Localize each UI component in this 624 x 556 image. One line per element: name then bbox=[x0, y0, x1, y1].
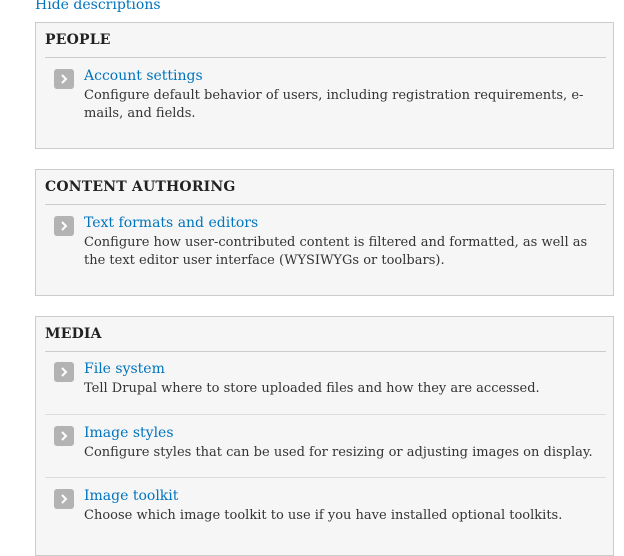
hide-descriptions-link[interactable]: Hide descriptions bbox=[35, 0, 161, 14]
account-settings-description: Configure default behavior of users, inc… bbox=[84, 88, 584, 121]
text-formats-description: Configure how user-contributed content i… bbox=[84, 235, 588, 268]
admin-item-text-formats[interactable]: Text formats and editors Configure how u… bbox=[45, 205, 606, 285]
text-formats-link[interactable]: Text formats and editors bbox=[84, 214, 258, 232]
image-styles-description: Configure styles that can be used for re… bbox=[84, 445, 593, 460]
chevron-right-icon bbox=[54, 426, 74, 446]
panel-title-content-authoring: CONTENT AUTHORING bbox=[45, 170, 606, 205]
account-settings-link[interactable]: Account settings bbox=[84, 67, 203, 85]
panel-people: PEOPLE Account settings Configure defaul… bbox=[35, 22, 614, 149]
file-system-link[interactable]: File system bbox=[84, 360, 165, 378]
panel-title-people: PEOPLE bbox=[45, 23, 606, 58]
image-toolkit-link[interactable]: Image toolkit bbox=[84, 487, 178, 505]
file-system-description: Tell Drupal where to store uploaded file… bbox=[84, 381, 540, 396]
panel-title-media: MEDIA bbox=[45, 317, 606, 352]
chevron-right-icon bbox=[54, 489, 74, 509]
chevron-right-icon bbox=[54, 216, 74, 236]
image-styles-link[interactable]: Image styles bbox=[84, 424, 174, 442]
admin-item-image-toolkit[interactable]: Image toolkit Choose which image toolkit… bbox=[45, 478, 606, 538]
chevron-right-icon bbox=[54, 69, 74, 89]
panel-media: MEDIA File system Tell Drupal where to s… bbox=[35, 316, 614, 556]
chevron-right-icon bbox=[54, 362, 74, 382]
admin-item-account-settings[interactable]: Account settings Configure default behav… bbox=[45, 58, 606, 138]
admin-item-image-styles[interactable]: Image styles Configure styles that can b… bbox=[45, 415, 606, 478]
image-toolkit-description: Choose which image toolkit to use if you… bbox=[84, 508, 563, 523]
panel-content-authoring: CONTENT AUTHORING Text formats and edito… bbox=[35, 169, 614, 296]
admin-item-file-system[interactable]: File system Tell Drupal where to store u… bbox=[45, 352, 606, 415]
